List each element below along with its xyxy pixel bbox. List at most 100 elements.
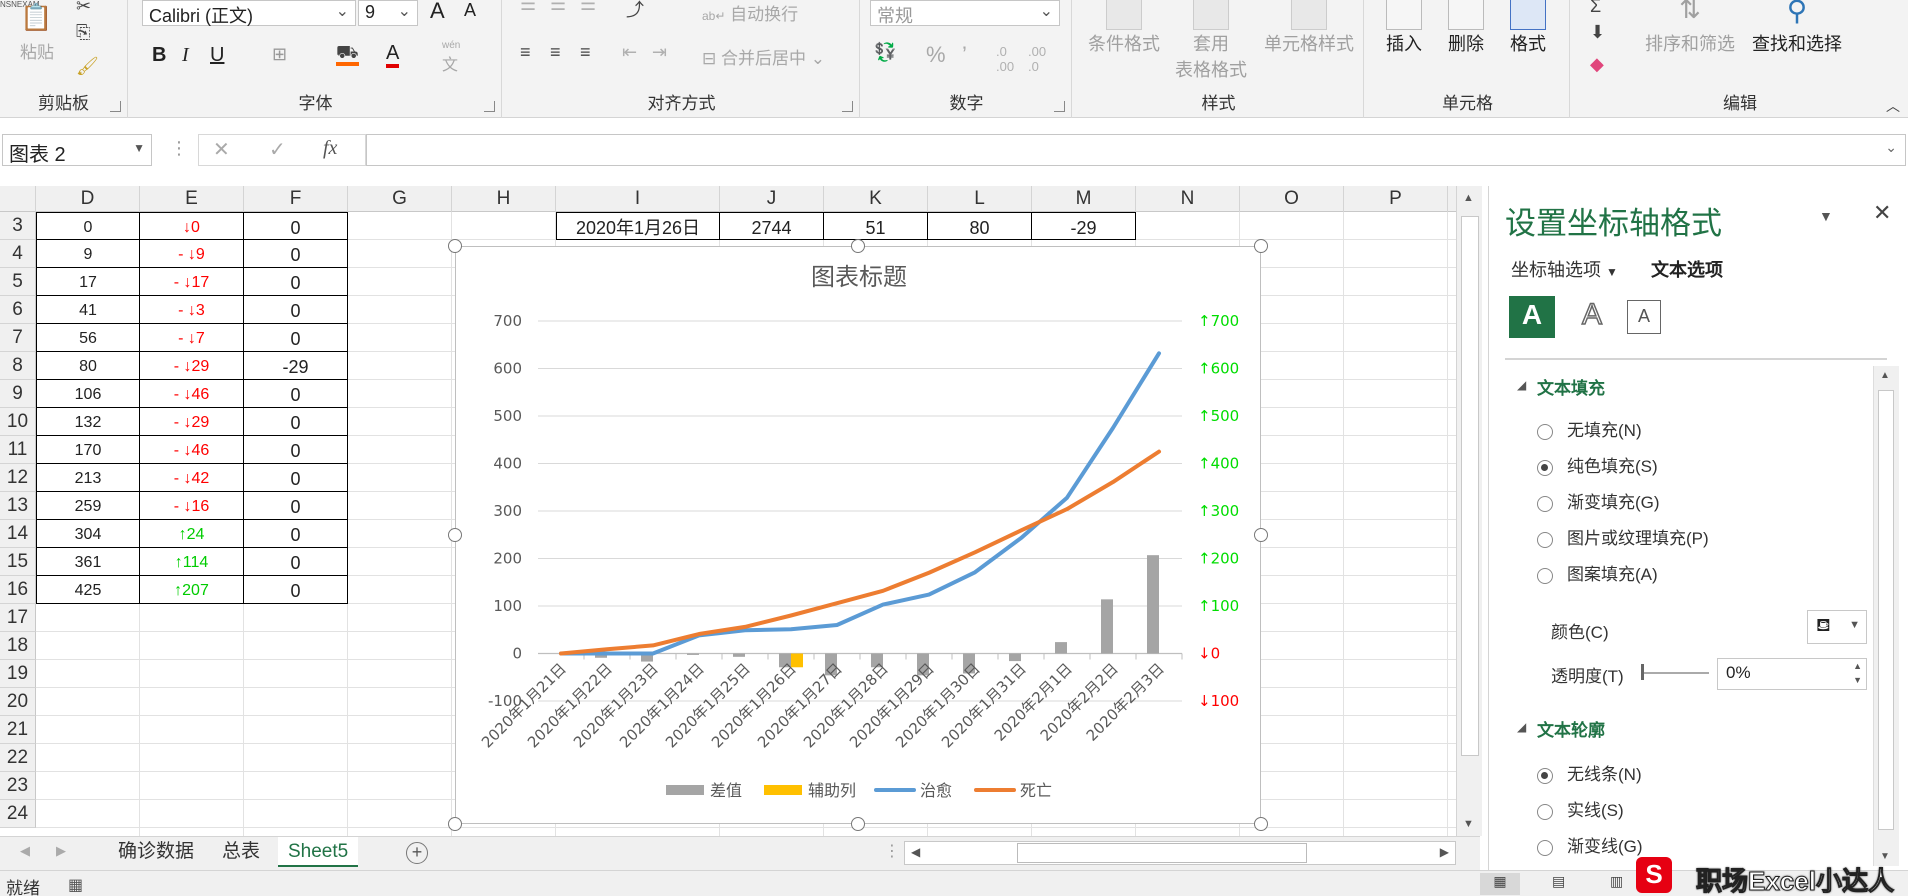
scroll-up-icon[interactable]: ▲: [1880, 370, 1890, 381]
merge-center-button[interactable]: ⊟ 合并后居中 ⌄: [702, 44, 825, 69]
row-header-5[interactable]: 5: [0, 268, 36, 296]
cell-f3[interactable]: 0: [244, 212, 348, 240]
shrink-font-button[interactable]: A: [464, 0, 476, 21]
font-color-button[interactable]: A: [386, 42, 400, 68]
accounting-icon[interactable]: 💱: [874, 42, 896, 63]
resize-handle[interactable]: [448, 528, 462, 542]
cell-f11[interactable]: 0: [244, 436, 348, 464]
number-launcher[interactable]: [1054, 101, 1065, 112]
scroll-right-icon[interactable]: ▶: [1440, 845, 1449, 859]
row-header-9[interactable]: 9: [0, 380, 36, 408]
prev-sheet-icon[interactable]: ◀: [20, 843, 30, 859]
column-header-d[interactable]: D: [36, 186, 140, 212]
column-header-n[interactable]: N: [1136, 186, 1240, 212]
insert-button[interactable]: 插入: [1374, 0, 1434, 56]
cell-d14[interactable]: 304: [36, 520, 140, 548]
cell-d9[interactable]: 106: [36, 380, 140, 408]
collapse-arrow-icon[interactable]: ◢: [1517, 720, 1526, 734]
tab-text-options[interactable]: 文本选项: [1651, 256, 1723, 282]
underline-button[interactable]: U: [210, 44, 224, 67]
column-header-f[interactable]: F: [244, 186, 348, 212]
section-text-outline[interactable]: 文本轮廓: [1537, 716, 1605, 741]
collapse-arrow-icon[interactable]: ◢: [1517, 378, 1526, 392]
wrap-text-button[interactable]: ab↵ 自动换行: [702, 0, 798, 25]
cell-d7[interactable]: 56: [36, 324, 140, 352]
sheet-tab-2[interactable]: 总表: [212, 837, 270, 867]
horizontal-scroll-thumb[interactable]: [1017, 843, 1307, 863]
cut-icon[interactable]: ✂: [76, 0, 91, 17]
more-options-icon[interactable]: ⋮: [170, 138, 188, 159]
cell-d15[interactable]: 361: [36, 548, 140, 576]
cell-f16[interactable]: 0: [244, 576, 348, 604]
cell-f8[interactable]: -29: [244, 352, 348, 380]
cell-i3[interactable]: 2020年1月26日: [556, 212, 720, 240]
column-header-i[interactable]: I: [556, 186, 720, 212]
cell-d3[interactable]: 0: [36, 212, 140, 240]
align-center-icon[interactable]: ≡: [550, 42, 561, 63]
format-painter-icon[interactable]: 🖌: [76, 56, 99, 77]
cell-f4[interactable]: 0: [244, 240, 348, 268]
row-header-15[interactable]: 15: [0, 548, 36, 576]
pane-scroll-thumb[interactable]: [1878, 390, 1894, 830]
row-header-24[interactable]: 24: [0, 800, 36, 828]
radio-button[interactable]: [1537, 567, 1553, 584]
cell-d5[interactable]: 17: [36, 268, 140, 296]
spinner-icon[interactable]: ▲ ▼: [1853, 659, 1862, 687]
row-header-16[interactable]: 16: [0, 576, 36, 604]
fill-color-icon[interactable]: ⛟: [336, 42, 359, 66]
scroll-down-icon[interactable]: ▼: [1463, 818, 1474, 830]
pane-scrollbar[interactable]: ▲ ▼: [1873, 366, 1899, 866]
decrease-decimal-icon[interactable]: .00.0: [1028, 44, 1046, 74]
cell-f15[interactable]: 0: [244, 548, 348, 576]
radio-button[interactable]: [1537, 459, 1553, 476]
cell-e8[interactable]: - ↓29: [140, 352, 244, 380]
row-header-12[interactable]: 12: [0, 464, 36, 492]
outline-option-3[interactable]: 渐变线(G): [1537, 832, 1643, 857]
cell-d8[interactable]: 80: [36, 352, 140, 380]
cell-e13[interactable]: - ↓16: [140, 492, 244, 520]
font-name-combo[interactable]: Calibri (正文) ⌄: [142, 0, 356, 26]
align-middle-icon[interactable]: ☰: [550, 0, 566, 15]
resize-handle[interactable]: [1254, 239, 1268, 253]
split-handle-icon[interactable]: ⋮: [884, 841, 900, 861]
bold-button[interactable]: B: [152, 44, 166, 67]
format-button[interactable]: 格式: [1498, 0, 1558, 56]
normal-view-icon[interactable]: ▦: [1480, 873, 1520, 895]
text-effects-icon[interactable]: A: [1569, 296, 1615, 338]
font-size-combo[interactable]: 9 ⌄: [358, 0, 418, 26]
cancel-icon[interactable]: ✕: [213, 137, 230, 162]
cell-e12[interactable]: - ↓42: [140, 464, 244, 492]
number-format-combo[interactable]: 常规 ⌄: [870, 0, 1060, 26]
align-right-icon[interactable]: ≡: [580, 42, 591, 63]
column-header-o[interactable]: O: [1240, 186, 1344, 212]
select-all-corner[interactable]: [0, 186, 36, 212]
transparency-input[interactable]: 0% ▲ ▼: [1717, 658, 1867, 690]
row-header-8[interactable]: 8: [0, 352, 36, 380]
pane-options-icon[interactable]: ▼: [1819, 208, 1833, 224]
cell-d16[interactable]: 425: [36, 576, 140, 604]
radio-button[interactable]: [1537, 767, 1553, 784]
cell-d12[interactable]: 213: [36, 464, 140, 492]
column-header-g[interactable]: G: [348, 186, 452, 212]
resize-handle[interactable]: [1254, 528, 1268, 542]
chevron-down-icon[interactable]: ⌄: [1885, 139, 1897, 156]
cell-f12[interactable]: 0: [244, 464, 348, 492]
comma-button[interactable]: ’: [962, 42, 967, 68]
cell-e14[interactable]: ↑24: [140, 520, 244, 548]
cell-j3[interactable]: 2744: [720, 212, 824, 240]
chart-object[interactable]: 图表标题 -100 ↓100 0 ↓0 100 ↑100 200 ↑200 300 ↑300 400 ↑…: [455, 246, 1261, 824]
transparency-slider[interactable]: [1641, 672, 1709, 674]
cell-e7[interactable]: - ↓7: [140, 324, 244, 352]
fill-option-4[interactable]: 图片或纹理填充(P): [1537, 524, 1709, 549]
italic-button[interactable]: I: [182, 44, 189, 67]
cell-e9[interactable]: - ↓46: [140, 380, 244, 408]
align-top-icon[interactable]: ☰: [520, 0, 536, 15]
collapse-ribbon-icon[interactable]: ︿: [1886, 96, 1900, 116]
name-box[interactable]: 图表 2 ▼: [2, 134, 152, 166]
add-sheet-icon[interactable]: +: [406, 842, 428, 864]
cell-f14[interactable]: 0: [244, 520, 348, 548]
clipboard-launcher[interactable]: [110, 101, 121, 112]
align-left-icon[interactable]: ≡: [520, 42, 531, 63]
row-header-18[interactable]: 18: [0, 632, 36, 660]
transparency-slider-thumb[interactable]: [1641, 664, 1644, 680]
